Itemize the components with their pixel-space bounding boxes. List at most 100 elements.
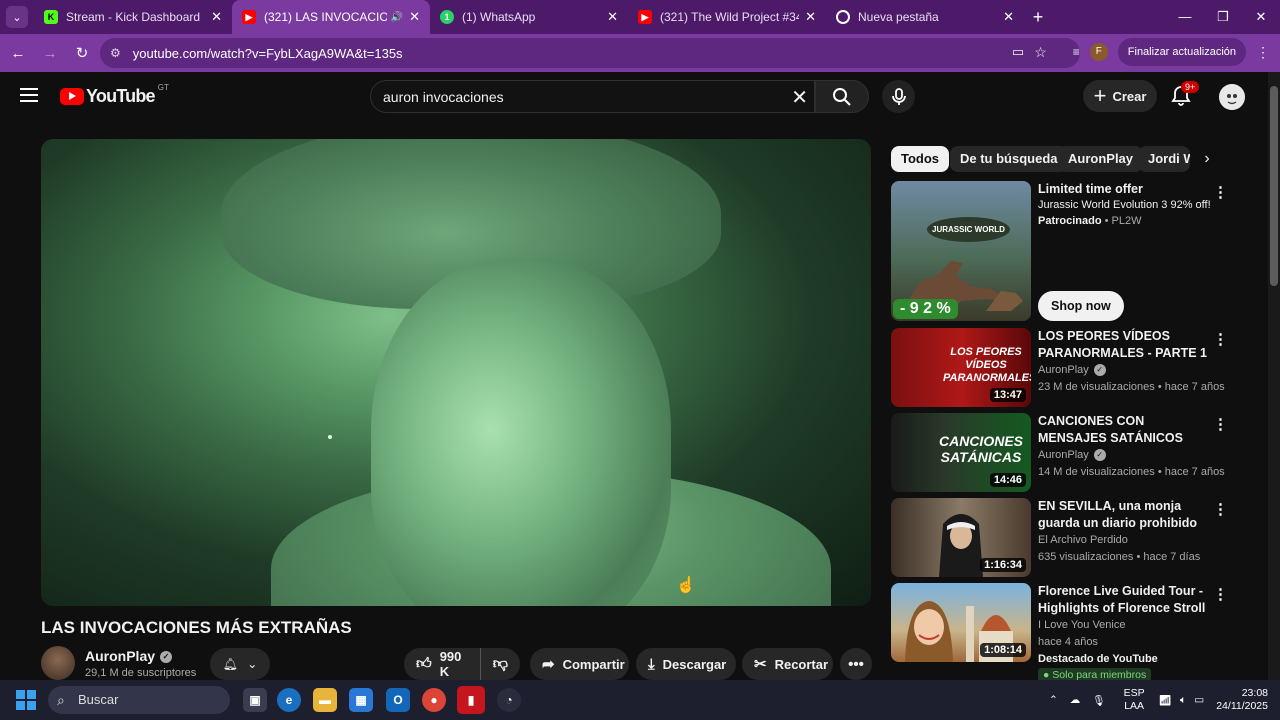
new-tab-button[interactable]: + — [1024, 7, 1052, 28]
more-options-icon[interactable]: ⋮ — [1213, 585, 1228, 603]
tab-new-tab[interactable]: Nueva pestaña ✕ — [826, 0, 1024, 34]
taskbar-search[interactable]: ⌕ Buscar — [48, 686, 230, 714]
clip-button[interactable]: ✂ Recortar — [742, 648, 833, 680]
browser-menu-icon[interactable]: ⋮ — [1256, 44, 1270, 61]
bookmark-star-icon[interactable]: ☆ — [1034, 44, 1047, 61]
profile-avatar[interactable]: F — [1089, 43, 1108, 61]
tab-youtube-invocaciones[interactable]: ▶ (321) LAS INVOCACIONES M 🔊 ✕ — [232, 0, 430, 34]
update-button[interactable]: Finalizar actualización — [1117, 38, 1246, 66]
tab-whatsapp[interactable]: 1 (1) WhatsApp ✕ — [430, 0, 628, 34]
chevron-right-icon[interactable]: › — [1195, 146, 1219, 172]
tab-youtube-wild-project[interactable]: ▶ (321) The Wild Project #349 - T ✕ — [628, 0, 826, 34]
ad-subtitle: Jurassic World Evolution 3 92% off! — [1038, 199, 1211, 211]
recommendation-item[interactable]: 1:16:34 EN SEVILLA, una monja guarda un … — [891, 498, 1261, 577]
close-window-icon[interactable]: ✕ — [1242, 0, 1280, 34]
windows-start-icon[interactable] — [16, 690, 36, 710]
forward-icon[interactable]: → — [36, 45, 64, 62]
notifications-button[interactable]: 9+ — [1170, 81, 1200, 108]
channel-name[interactable]: AuronPlay ✓ — [85, 648, 173, 664]
app-red-icon[interactable]: ▮ — [457, 686, 485, 714]
speaker-icon[interactable]: 🔊 — [391, 12, 403, 23]
task-view-icon[interactable]: ▣ — [243, 688, 267, 712]
more-actions-button[interactable]: ••• — [840, 648, 872, 680]
site-info-icon[interactable]: ⚙ — [110, 46, 121, 60]
video-thumbnail[interactable]: 1:08:14 — [891, 583, 1031, 662]
ad-thumbnail[interactable]: JURASSIC WORLD - 9 2 % — [891, 181, 1031, 321]
youtube-logo[interactable]: YouTube GT — [60, 83, 169, 107]
close-tab-icon[interactable]: ✕ — [607, 9, 618, 25]
channel-name[interactable]: I Love You Venice — [1038, 619, 1125, 631]
recommendation-item[interactable]: LOS PEORES VÍDEOS PARANORMALES 13:47 LOS… — [891, 328, 1261, 407]
close-tab-icon[interactable]: ✕ — [1003, 9, 1014, 25]
like-count: 990 K — [439, 649, 462, 679]
file-explorer-icon[interactable]: ▬ — [313, 688, 337, 712]
chip-auronplay[interactable]: AuronPlay — [1058, 146, 1144, 172]
ad-card[interactable]: JURASSIC WORLD - 9 2 % Limited time offe… — [891, 181, 1261, 321]
minimize-icon[interactable]: — — [1166, 0, 1204, 34]
clear-search-icon[interactable]: ✕ — [791, 85, 808, 110]
restore-icon[interactable]: ❐ — [1204, 0, 1242, 34]
page-scrollbar[interactable] — [1268, 72, 1280, 680]
verified-icon: ✓ — [1093, 364, 1106, 377]
channel-name[interactable]: El Archivo Perdido — [1038, 534, 1128, 546]
chrome-icon[interactable]: ● — [422, 688, 446, 712]
address-bar[interactable]: ⚙ youtube.com/watch?v=FybLXagA9WA&t=135s — [100, 38, 1080, 68]
media-controls-icon[interactable]: ≡ — [1073, 45, 1080, 59]
more-options-icon[interactable]: ⋮ — [1213, 183, 1228, 201]
tab-search-button[interactable]: ⌄ — [6, 6, 28, 28]
onedrive-icon[interactable]: ☁ — [1070, 694, 1081, 706]
microphone-icon[interactable]: 🎙︎ — [1092, 694, 1105, 707]
menu-icon[interactable] — [20, 88, 38, 106]
chip-all[interactable]: Todos — [891, 146, 950, 172]
channel-name[interactable]: AuronPlay — [1038, 449, 1089, 461]
outlook-icon[interactable]: O — [386, 688, 410, 712]
close-tab-icon[interactable]: ✕ — [409, 9, 420, 25]
keyboard-layout: LAA — [1124, 700, 1145, 712]
volume-icon[interactable]: 🔈︎ — [1180, 694, 1186, 707]
language-indicator[interactable]: ESP LAA — [1124, 687, 1145, 713]
recommendation-item[interactable]: 1:08:14 Florence Live Guided Tour - High… — [891, 583, 1261, 682]
like-button[interactable]: 👍︎ 990 K — [404, 648, 481, 680]
store-icon[interactable]: ▦ — [349, 688, 373, 712]
tab-title: (321) The Wild Project #349 - T — [660, 10, 799, 24]
clock[interactable]: 23:08 24/11/2025 — [1216, 687, 1268, 713]
more-options-icon[interactable]: ⋮ — [1213, 415, 1228, 433]
more-options-icon[interactable]: ⋮ — [1213, 500, 1228, 518]
search-input[interactable]: auron invocaciones ✕ — [370, 80, 815, 113]
video-player[interactable] — [41, 139, 871, 606]
create-button[interactable]: + Crear — [1083, 80, 1157, 112]
search-button[interactable] — [815, 80, 869, 113]
video-thumbnail[interactable]: 1:16:34 — [891, 498, 1031, 577]
download-label: Descargar — [662, 656, 727, 672]
download-button[interactable]: ⤓ Descargar — [636, 648, 736, 680]
browser-tab-strip: ⌄ K Stream - Kick Dashboard ✕ ▶ (321) LA… — [0, 0, 1280, 34]
scrollbar-thumb[interactable] — [1270, 86, 1278, 286]
back-icon[interactable]: ← — [4, 45, 32, 62]
recommendation-item[interactable]: CANCIONES SATÁNICAS 14:46 CANCIONES CON … — [891, 413, 1261, 492]
youtube-play-icon — [60, 88, 84, 105]
close-tab-icon[interactable]: ✕ — [805, 9, 816, 25]
close-tab-icon[interactable]: ✕ — [211, 9, 222, 25]
share-button[interactable]: ➦ Compartir — [530, 648, 629, 680]
edge-icon[interactable]: e — [277, 688, 301, 712]
video-thumbnail[interactable]: LOS PEORES VÍDEOS PARANORMALES 13:47 — [891, 328, 1031, 407]
reload-icon[interactable]: ↻ — [68, 44, 96, 62]
channel-name[interactable]: AuronPlay — [1038, 364, 1089, 376]
chip-from-search[interactable]: De tu búsqueda — [950, 146, 1068, 172]
tab-kick-dashboard[interactable]: K Stream - Kick Dashboard ✕ — [34, 0, 232, 34]
scissors-icon: ✂ — [754, 656, 767, 673]
app-circle-icon[interactable]: ◔ — [497, 688, 521, 712]
battery-icon[interactable]: ▭ — [1194, 694, 1204, 706]
dislike-button[interactable]: 👎︎ — [481, 655, 520, 673]
voice-search-button[interactable] — [882, 80, 915, 113]
chevron-up-icon[interactable]: ⌃ — [1049, 694, 1058, 706]
video-thumbnail[interactable]: CANCIONES SATÁNICAS 14:46 — [891, 413, 1031, 492]
shop-now-button[interactable]: Shop now — [1038, 291, 1124, 321]
chip-jordi[interactable]: Jordi W — [1138, 146, 1190, 172]
wifi-icon[interactable]: 📶︎ — [1159, 694, 1172, 707]
more-options-icon[interactable]: ⋮ — [1213, 330, 1228, 348]
account-avatar[interactable] — [1219, 84, 1245, 110]
install-app-icon[interactable]: ▭ — [1012, 44, 1024, 60]
subscription-bell-button[interactable]: 🔔︎ ⌄ — [210, 648, 270, 680]
channel-avatar[interactable] — [41, 646, 75, 680]
